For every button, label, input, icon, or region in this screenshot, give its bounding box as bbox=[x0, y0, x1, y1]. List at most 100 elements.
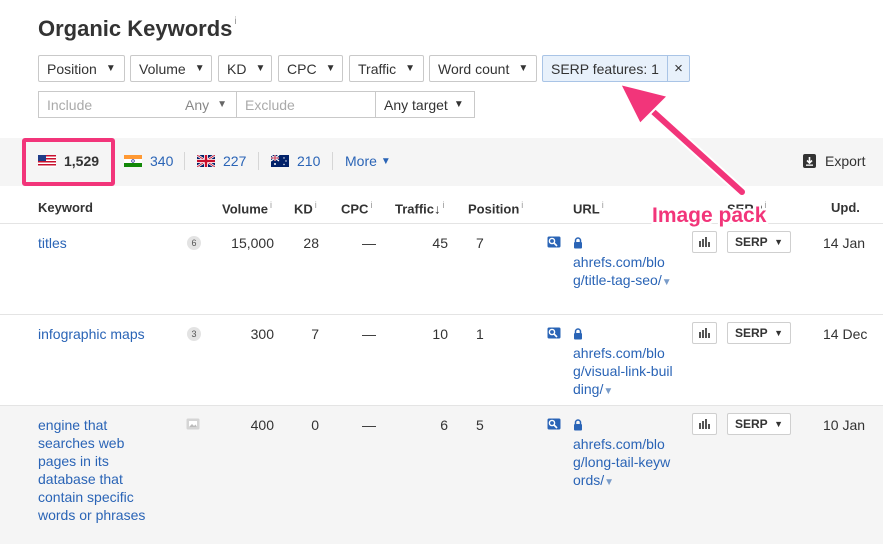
col-header-traffic[interactable]: Traffic↓ i bbox=[395, 200, 445, 216]
download-icon bbox=[803, 154, 816, 168]
exclude-input[interactable]: Exclude bbox=[245, 97, 295, 113]
india-flag-icon bbox=[124, 155, 142, 167]
divider bbox=[332, 152, 333, 170]
col-header-kd[interactable]: KD i bbox=[294, 200, 317, 216]
url-text: ahrefs.com/blog/long-tail-keywords/ bbox=[573, 436, 671, 488]
more-countries-button[interactable]: More ▼ bbox=[345, 153, 391, 169]
header-label: KD bbox=[294, 201, 313, 217]
uk-flag-icon bbox=[197, 155, 215, 167]
serp-button-label: SERP bbox=[735, 326, 768, 340]
info-icon[interactable]: i bbox=[521, 200, 523, 210]
col-header-url[interactable]: URL i bbox=[573, 200, 604, 216]
chevron-down-icon: ▼ bbox=[194, 63, 205, 74]
keyword-link[interactable]: titles bbox=[38, 234, 148, 252]
volume-filter[interactable]: Volume ▼ bbox=[130, 55, 212, 82]
header-label: Keyword bbox=[38, 200, 93, 215]
image-pack-icon[interactable] bbox=[547, 327, 561, 339]
position-filter-label: Position bbox=[47, 60, 97, 77]
close-icon[interactable]: × bbox=[668, 56, 689, 81]
image-pack-icon[interactable] bbox=[547, 236, 561, 248]
image-pack-icon[interactable] bbox=[547, 418, 561, 430]
chevron-down-icon[interactable]: ▼ bbox=[604, 477, 614, 488]
divider bbox=[258, 152, 259, 170]
include-input[interactable]: Include bbox=[47, 97, 185, 113]
lock-icon bbox=[574, 237, 582, 249]
url-link[interactable]: ahrefs.com/blog/title-tag-seo/▼ bbox=[573, 253, 673, 292]
position-history-button[interactable] bbox=[692, 322, 717, 344]
url-link[interactable]: ahrefs.com/blog/visual-link-building/▼ bbox=[573, 344, 673, 401]
col-header-position[interactable]: Position i bbox=[468, 200, 523, 216]
word-count-filter[interactable]: Word count ▼ bbox=[429, 55, 537, 82]
info-icon[interactable]: i bbox=[443, 200, 445, 210]
position-history-button[interactable] bbox=[692, 231, 717, 253]
serp-features-filter[interactable]: SERP features: 1 × bbox=[542, 55, 690, 82]
country-tab-in[interactable]: 340 bbox=[124, 153, 173, 169]
image-icon[interactable] bbox=[186, 418, 200, 430]
info-icon[interactable]: i bbox=[602, 200, 604, 210]
bar-chart-icon bbox=[699, 237, 710, 247]
include-field[interactable]: Include Any ▼ bbox=[38, 91, 237, 118]
word-count-filter-label: Word count bbox=[438, 60, 510, 77]
export-button[interactable]: Export bbox=[803, 153, 865, 169]
serp-button[interactable]: SERP ▼ bbox=[727, 413, 791, 435]
chevron-down-icon: ▼ bbox=[774, 328, 783, 338]
updated-date: 14 Dec bbox=[823, 326, 868, 342]
chevron-down-icon: ▼ bbox=[774, 419, 783, 429]
traffic-value: 10 bbox=[432, 326, 448, 342]
header-label: Volume bbox=[222, 201, 268, 217]
volume-value: 15,000 bbox=[231, 235, 274, 251]
keyword-link[interactable]: engine that searches web pages in its da… bbox=[38, 416, 148, 524]
chevron-down-icon[interactable]: ▼ bbox=[662, 277, 672, 288]
more-label: More bbox=[345, 153, 377, 169]
traffic-filter[interactable]: Traffic ▼ bbox=[349, 55, 424, 82]
country-count: 210 bbox=[297, 153, 321, 169]
kd-filter[interactable]: KD ▼ bbox=[218, 55, 272, 82]
chevron-down-icon: ▼ bbox=[255, 63, 266, 74]
chevron-down-icon: ▼ bbox=[380, 155, 391, 167]
chevron-down-icon: ▼ bbox=[217, 99, 228, 110]
include-mode-select[interactable]: Any bbox=[185, 97, 209, 113]
info-icon[interactable]: i bbox=[315, 200, 317, 210]
volume-filter-label: Volume bbox=[139, 60, 186, 77]
keyword-link[interactable]: infographic maps bbox=[38, 325, 148, 343]
country-count: 1,529 bbox=[64, 153, 100, 169]
updated-date: 14 Jan bbox=[823, 235, 866, 251]
header-label: Traffic bbox=[395, 201, 435, 217]
serp-button[interactable]: SERP ▼ bbox=[727, 231, 791, 253]
header-label: Position bbox=[468, 201, 520, 217]
col-header-volume[interactable]: Volume i bbox=[222, 200, 272, 216]
chevron-down-icon: ▼ bbox=[105, 63, 116, 74]
header-label: CPC bbox=[341, 201, 369, 217]
lock-icon bbox=[574, 328, 582, 340]
chevron-down-icon: ▼ bbox=[325, 63, 336, 74]
info-icon[interactable]: i bbox=[370, 200, 372, 210]
target-select[interactable]: Any target ▼ bbox=[375, 91, 475, 118]
col-header-cpc[interactable]: CPC i bbox=[341, 200, 372, 216]
header-label: URL bbox=[573, 201, 600, 217]
serp-feature-count-badge[interactable]: 6 bbox=[187, 236, 201, 250]
export-label: Export bbox=[825, 153, 866, 169]
serp-button[interactable]: SERP ▼ bbox=[727, 322, 791, 344]
col-header-keyword[interactable]: Keyword bbox=[38, 200, 93, 215]
australia-flag-icon bbox=[271, 155, 289, 167]
exclude-field[interactable]: Exclude bbox=[236, 91, 376, 118]
chevron-down-icon[interactable]: ▼ bbox=[603, 386, 613, 397]
info-icon[interactable]: i bbox=[270, 200, 272, 210]
info-icon[interactable]: i bbox=[234, 16, 236, 27]
country-count: 227 bbox=[223, 153, 247, 169]
country-tab-au[interactable]: 210 bbox=[271, 153, 320, 169]
cpc-filter[interactable]: CPC ▼ bbox=[278, 55, 343, 82]
url-link[interactable]: ahrefs.com/blog/long-tail-keywords/▼ bbox=[573, 435, 673, 492]
serp-feature-count-badge[interactable]: 3 bbox=[187, 327, 201, 341]
country-tab-gb[interactable]: 227 bbox=[197, 153, 246, 169]
position-value: 7 bbox=[476, 235, 484, 251]
position-filter[interactable]: Position ▼ bbox=[38, 55, 125, 82]
col-header-updated[interactable]: Upd. bbox=[831, 200, 860, 215]
divider bbox=[0, 405, 883, 406]
divider bbox=[184, 152, 185, 170]
volume-value: 400 bbox=[250, 417, 274, 433]
country-tab-us[interactable]: 1,529 bbox=[38, 153, 99, 169]
position-history-button[interactable] bbox=[692, 413, 717, 435]
position-value: 1 bbox=[476, 326, 484, 342]
serp-features-filter-label[interactable]: SERP features: 1 bbox=[543, 56, 668, 81]
